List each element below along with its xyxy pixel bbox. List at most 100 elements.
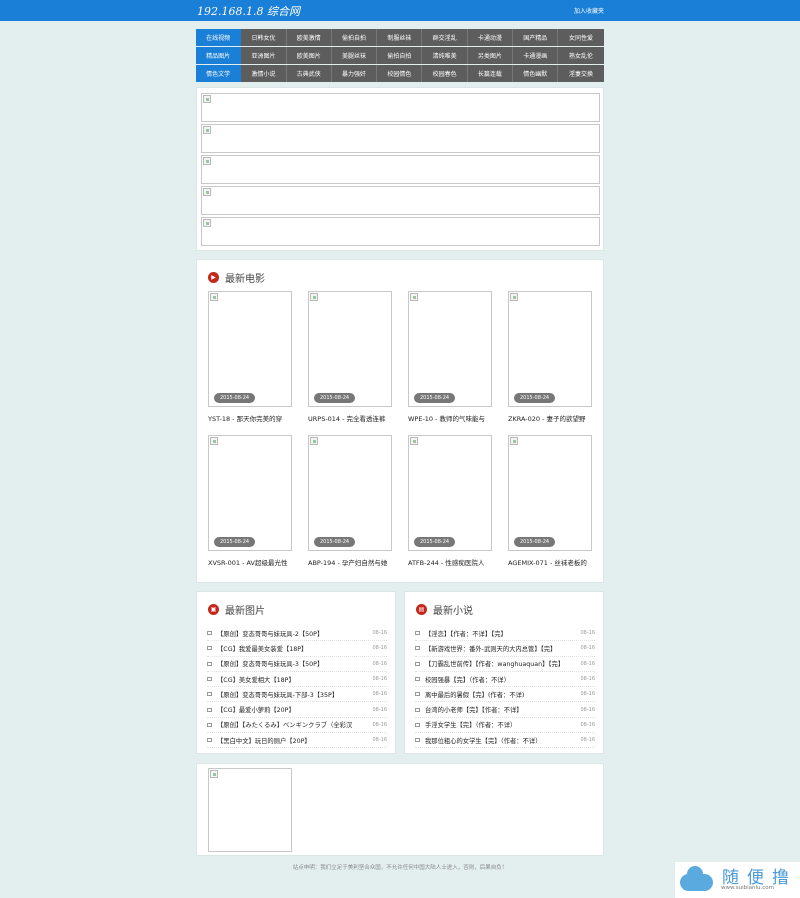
nav-link[interactable]: 群交淫乱	[422, 29, 468, 46]
nav-link[interactable]: 古典武侠	[286, 65, 332, 82]
movie-card[interactable]: 2015-08-24 ZKRA-020 - 妻子的欲望野	[508, 291, 592, 423]
nav-link[interactable]: 偷拍自拍	[331, 29, 378, 46]
ad-image[interactable]	[208, 768, 292, 852]
list-item[interactable]: 【原创】变态哥哥与妹玩具-3【50P】 08-16	[207, 657, 387, 672]
nav-link[interactable]: 欧美激情	[286, 29, 332, 46]
nav-link[interactable]: 熟女乱伦	[558, 47, 604, 64]
movie-title[interactable]: URPS-014 - 完全看透连裤	[308, 413, 392, 423]
movie-thumbnail[interactable]: 2015-08-24	[508, 291, 592, 407]
nav-link[interactable]: 暴力强奸	[331, 65, 378, 82]
movie-thumbnail[interactable]: 2015-08-24	[308, 291, 392, 407]
banner-ad[interactable]	[201, 124, 600, 153]
banner-ad[interactable]	[201, 155, 600, 184]
movie-card[interactable]: 2015-08-24 ABP-194 - 孕产妇自然与她	[308, 435, 392, 567]
item-title[interactable]: 【原创】【みたくるみ】ベンギンクラブ（全彩汉	[217, 720, 368, 729]
nav-link[interactable]: 偷拍自拍	[377, 47, 423, 64]
nav-link[interactable]: 卡通漫画	[513, 47, 559, 64]
banner-ad[interactable]	[201, 186, 600, 215]
list-item[interactable]: 校园强暴【完】（作者：不详） 08-16	[415, 672, 595, 688]
list-item[interactable]: 台湾的小老师【完】【作者：不详】 08-16	[415, 702, 595, 718]
item-title[interactable]: 【原创】变态哥哥与妹玩具-2【50P】	[217, 629, 368, 638]
nav-link[interactable]: 淫妻交换	[558, 65, 604, 82]
item-date: 08-16	[372, 721, 387, 728]
movie-title[interactable]: ATFB-244 - 性感痴医院人	[408, 557, 492, 567]
list-item[interactable]: 我那位粗心的女学生【完】（作者：不详） 08-16	[415, 733, 595, 749]
movie-card[interactable]: 2015-08-24 WPE-10 - 教师的气味能与	[408, 291, 492, 423]
item-title[interactable]: 【淫恋】【作者：不详】【完】	[425, 629, 576, 638]
movie-thumbnail[interactable]: 2015-08-24	[508, 435, 592, 551]
nav-category-head[interactable]: 精品图片	[196, 47, 242, 64]
nav-link[interactable]: 校园情色	[377, 65, 423, 82]
list-item[interactable]: 离中最后的暑假【完】(作者：不详) 08-16	[415, 687, 595, 703]
list-item[interactable]: 【原创】【みたくるみ】ベンギンクラブ（全彩汉 08-16	[207, 718, 387, 734]
nav-category-head[interactable]: 在线视频	[196, 29, 242, 46]
movie-title[interactable]: YST-18 - 那天你完美的穿	[208, 413, 292, 423]
movie-title[interactable]: XVSR-001 - AV超级最光性	[208, 557, 292, 567]
nav-link[interactable]: 美腿丝袜	[331, 47, 378, 64]
movie-title[interactable]: WPE-10 - 教师的气味能与	[408, 413, 492, 423]
item-title[interactable]: 【CG】最爱小萝莉【20P】	[217, 705, 368, 714]
nav-link[interactable]: 另类图片	[467, 47, 514, 64]
item-title[interactable]: 离中最后的暑假【完】(作者：不详)	[425, 690, 576, 699]
item-title[interactable]: 我那位粗心的女学生【完】（作者：不详）	[425, 736, 576, 745]
item-title[interactable]: 校园强暴【完】（作者：不详）	[425, 675, 576, 684]
site-title[interactable]: 192.168.1.8 综合网	[197, 3, 300, 19]
item-title[interactable]: 【黑白中文】玩日的厕户【20P】	[217, 736, 368, 745]
list-item[interactable]: 【刀霸乱世前传】【作者：wanghuaquan】【完】 08-16	[415, 657, 595, 672]
list-item[interactable]: 【CG】美女爱相大【18P】 08-16	[207, 672, 387, 688]
item-title[interactable]: 【原创】变态哥哥与妹玩具-3【50P】	[217, 659, 368, 668]
list-item[interactable]: 【CG】最爱小萝莉【20P】 08-16	[207, 702, 387, 718]
nav-category-head[interactable]: 情色文学	[196, 65, 242, 82]
nav-link[interactable]: 激情小说	[241, 65, 287, 82]
nav-link[interactable]: 欧美图片	[286, 47, 332, 64]
item-title[interactable]: 手淫女学生【完】（作者：不详）	[425, 720, 576, 729]
add-favorite-link[interactable]: 加入收藏夹	[574, 6, 604, 15]
movie-title[interactable]: ZKRA-020 - 妻子的欲望野	[508, 413, 592, 423]
section-header: ▶ 最新电影	[208, 270, 265, 285]
list-item[interactable]: 【原创】变态哥哥与妹玩具-2【50P】 08-16	[207, 626, 387, 642]
movie-thumbnail[interactable]: 2015-08-24	[308, 435, 392, 551]
movie-card[interactable]: 2015-08-24 XVSR-001 - AV超级最光性	[208, 435, 292, 567]
item-title[interactable]: 【原创】变态哥哥与妹玩具-下部-3【35P】	[217, 690, 368, 699]
nav-link[interactable]: 长篇连载	[467, 65, 514, 82]
novel-list: 【淫恋】【作者：不详】【完】 08-16 【新游戏世界：番外-武则天的大内总管】【完…	[415, 626, 595, 749]
movie-card[interactable]: 2015-08-24 AGEMIX-071 - 丝袜老板的	[508, 435, 592, 567]
list-item[interactable]: 【CG】我爱最美女装爱【18P】 08-16	[207, 641, 387, 657]
list-item[interactable]: 手淫女学生【完】（作者：不详） 08-16	[415, 718, 595, 734]
nav-link[interactable]: 亚洲图片	[241, 47, 287, 64]
banner-ad[interactable]	[201, 217, 600, 246]
item-title[interactable]: 【CG】美女爱相大【18P】	[217, 675, 368, 684]
item-title[interactable]: 【新游戏世界：番外-武则天的大内总管】【完】	[425, 644, 576, 653]
banner-ad[interactable]	[201, 93, 600, 122]
item-date: 08-16	[580, 737, 595, 744]
item-title[interactable]: 【刀霸乱世前传】【作者：wanghuaquan】【完】	[425, 659, 576, 668]
broken-image-icon	[310, 293, 318, 301]
list-item[interactable]: 【新游戏世界：番外-武则天的大内总管】【完】 08-16	[415, 641, 595, 657]
list-item[interactable]: 【淫恋】【作者：不详】【完】 08-16	[415, 626, 595, 642]
nav-link[interactable]: 情色幽默	[513, 65, 559, 82]
movie-title[interactable]: AGEMIX-071 - 丝袜老板的	[508, 557, 592, 567]
movie-card[interactable]: 2015-08-24 ATFB-244 - 性感痴医院人	[408, 435, 492, 567]
list-item[interactable]: 【原创】变态哥哥与妹玩具-下部-3【35P】 08-16	[207, 687, 387, 703]
movie-card[interactable]: 2015-08-24 YST-18 - 那天你完美的穿	[208, 291, 292, 423]
book-icon: ▤	[416, 604, 427, 615]
nav-link[interactable]: 校园春色	[422, 65, 468, 82]
movie-thumbnail[interactable]: 2015-08-24	[408, 291, 492, 407]
broken-image-icon	[203, 126, 211, 134]
nav-link[interactable]: 制服丝袜	[377, 29, 423, 46]
movie-thumbnail[interactable]: 2015-08-24	[208, 291, 292, 407]
movie-thumbnail[interactable]: 2015-08-24	[408, 435, 492, 551]
play-icon: ▶	[208, 272, 219, 283]
nav-link[interactable]: 国产精品	[513, 29, 559, 46]
nav-link[interactable]: 清纯唯美	[422, 47, 468, 64]
list-item[interactable]: 【黑白中文】玩日的厕户【20P】 08-16	[207, 733, 387, 749]
nav-link[interactable]: 日韩女优	[241, 29, 287, 46]
date-badge: 2015-08-24	[514, 537, 556, 547]
movie-title[interactable]: ABP-194 - 孕产妇自然与她	[308, 557, 392, 567]
movie-card[interactable]: 2015-08-24 URPS-014 - 完全看透连裤	[308, 291, 392, 423]
item-title[interactable]: 【CG】我爱最美女装爱【18P】	[217, 644, 368, 653]
item-title[interactable]: 台湾的小老师【完】【作者：不详】	[425, 705, 576, 714]
movie-thumbnail[interactable]: 2015-08-24	[208, 435, 292, 551]
nav-link[interactable]: 卡通动漫	[467, 29, 514, 46]
nav-link[interactable]: 女同性爱	[558, 29, 604, 46]
